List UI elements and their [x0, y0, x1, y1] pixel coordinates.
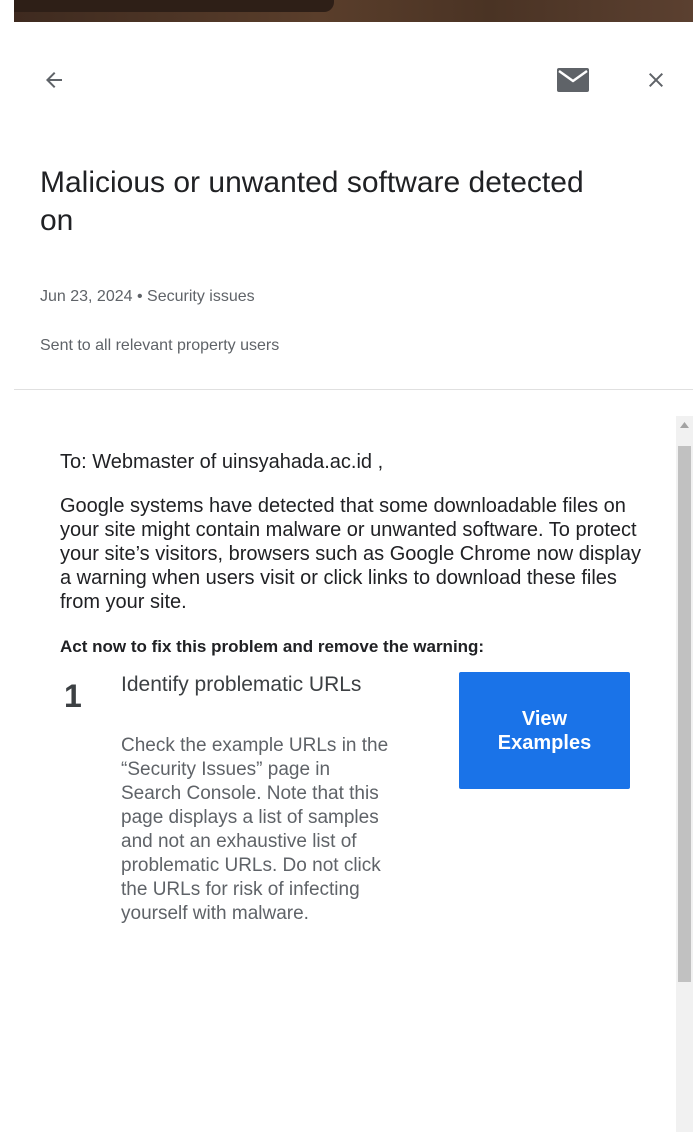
browser-tab-shape: [14, 0, 334, 12]
mail-icon: [557, 68, 589, 92]
email-content-frame[interactable]: To: Webmaster of uinsyahada.ac.id , Goog…: [40, 416, 676, 1132]
close-icon: [649, 73, 663, 87]
step-number: 1: [64, 678, 82, 714]
window-top-strip: [0, 0, 693, 22]
back-button[interactable]: [34, 60, 74, 100]
view-examples-button[interactable]: View Examples: [459, 672, 630, 789]
header-divider: [14, 389, 693, 390]
call-to-action-heading: Act now to fix this problem and remove t…: [60, 637, 485, 656]
message-title: Malicious or unwanted software detected …: [40, 166, 584, 237]
arrow-back-icon: [46, 72, 62, 88]
step-description: Check the example URLs in the “Security …: [121, 735, 389, 924]
scroll-up-arrow-icon[interactable]: [676, 416, 693, 433]
message-meta: Jun 23, 2024 • Security issues: [40, 288, 255, 305]
close-button[interactable]: [636, 60, 676, 100]
email-greeting: To: Webmaster of uinsyahada.ac.id ,: [60, 451, 384, 473]
message-recipients: Sent to all relevant property users: [40, 337, 280, 354]
step-title: Identify problematic URLs: [121, 673, 362, 696]
email-button[interactable]: [553, 60, 593, 100]
email-body: To: Webmaster of uinsyahada.ac.id , Goog…: [60, 450, 645, 1092]
view-examples-label: View Examples: [497, 707, 592, 754]
content-scrollbar[interactable]: [676, 416, 693, 1132]
step-item: 1 Identify problematic URLs Check the ex…: [60, 672, 645, 1092]
scrollbar-thumb[interactable]: [678, 446, 691, 982]
email-intro: Google systems have detected that some d…: [60, 495, 641, 613]
